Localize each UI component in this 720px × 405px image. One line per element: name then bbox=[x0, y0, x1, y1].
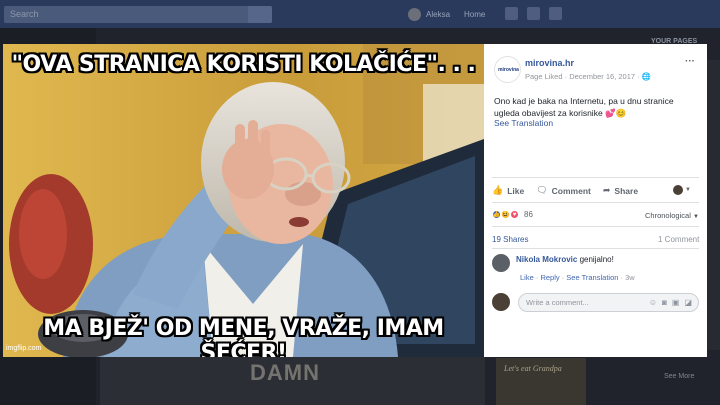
chevron-down-icon: ▼ bbox=[692, 214, 699, 220]
nav-home-link[interactable]: Home bbox=[464, 10, 485, 19]
comment-actions: Like · Reply · See Translation · 3w bbox=[520, 273, 635, 282]
like-button[interactable]: 👍 Like bbox=[492, 185, 524, 196]
meme-bottom-caption: MA BJEŽ' OD MENE, VRAŽE, IMAM ŠEĆER! bbox=[43, 316, 444, 357]
post-meta-text: Page Liked · December 16, 2017 · bbox=[525, 72, 642, 81]
background-damn-text: DAMN bbox=[250, 360, 320, 385]
divider bbox=[492, 202, 699, 203]
camera-icon[interactable]: ◙ bbox=[662, 297, 667, 308]
gif-icon[interactable]: ▣ bbox=[672, 297, 680, 308]
emoji-icon[interactable]: ☺ bbox=[649, 297, 657, 308]
comment-label: Comment bbox=[551, 185, 591, 196]
comment-order-label: Chronological bbox=[645, 211, 691, 220]
comment-author-avatar[interactable] bbox=[492, 254, 510, 272]
reaction-count: 86 bbox=[524, 210, 533, 219]
comment-bubble: Nikola Mokrovic genijalno! bbox=[516, 255, 614, 264]
messages-icon[interactable] bbox=[527, 7, 540, 20]
comment-icon: 🗨 bbox=[536, 185, 548, 195]
photo-panel[interactable]: "OVA STRANICA KORISTI KOLAČIĆE". . . MA … bbox=[3, 44, 484, 357]
comment-text: genijalno! bbox=[577, 255, 614, 264]
background-see-more[interactable]: See More bbox=[664, 373, 694, 380]
divider bbox=[492, 226, 699, 227]
nav-avatar bbox=[408, 7, 421, 21]
action-bar: 👍 Like 🗨 Comment ➦ Share bbox=[492, 183, 699, 198]
composer-icons: ☺ ◙ ▣ ◪ bbox=[649, 297, 692, 308]
thumbs-up-icon: 👍 bbox=[492, 185, 504, 195]
comment-author[interactable]: Nikola Mokrovic bbox=[516, 255, 577, 264]
post-meta: Page Liked · December 16, 2017 · 🌐 bbox=[525, 72, 651, 81]
chevron-down-icon: ▼ bbox=[685, 187, 691, 193]
avatar bbox=[673, 185, 683, 195]
comment-like-link[interactable]: Like bbox=[520, 273, 534, 282]
divider bbox=[492, 177, 699, 178]
page-name-link[interactable]: mirovina.hr bbox=[525, 58, 574, 68]
comment-see-translation-link[interactable]: See Translation bbox=[566, 273, 618, 282]
comment-input[interactable]: Write a comment... ☺ ◙ ▣ ◪ bbox=[518, 293, 699, 312]
notifications-icon[interactable] bbox=[549, 7, 562, 20]
comments-count[interactable]: 1 Comment bbox=[658, 235, 699, 244]
nav-icons bbox=[505, 7, 562, 20]
see-translation-link[interactable]: See Translation bbox=[494, 118, 553, 128]
like-reaction-icon: 👍 bbox=[492, 210, 501, 219]
composer-avatar bbox=[492, 293, 510, 311]
like-label: Like bbox=[507, 185, 525, 196]
page-logo[interactable]: mirovina bbox=[494, 56, 521, 83]
search-input[interactable]: Search bbox=[4, 6, 272, 23]
sticker-icon[interactable]: ◪ bbox=[684, 297, 692, 308]
comment-order-dropdown[interactable]: Chronological ▼ bbox=[645, 211, 699, 220]
post-text: Ono kad je baka na Internetu, pa u dnu s… bbox=[494, 96, 674, 118]
more-options-icon[interactable]: ··· bbox=[685, 56, 695, 67]
meme-image bbox=[3, 44, 484, 357]
imgflip-watermark: imgflip.com bbox=[6, 345, 42, 352]
share-button[interactable]: ➦ Share bbox=[603, 185, 638, 196]
post-side-panel: mirovina mirovina.hr Page Liked · Decemb… bbox=[484, 44, 707, 357]
background-card-text: Let's eat Grandpa bbox=[504, 364, 562, 373]
comment-button[interactable]: 🗨 Comment bbox=[536, 185, 591, 196]
love-reaction-icon: ♥ bbox=[510, 210, 519, 219]
page-logo-text: mirovina bbox=[498, 67, 519, 73]
nav-user[interactable]: Aleksa bbox=[408, 7, 450, 21]
meme-top-caption: "OVA STRANICA KORISTI KOLAČIĆE". . . bbox=[11, 52, 476, 77]
facebook-topbar: Search Aleksa Home bbox=[0, 0, 720, 28]
search-button[interactable] bbox=[248, 6, 272, 23]
comment-time: 3w bbox=[625, 273, 635, 282]
reactions-summary[interactable]: 👍 😆 ♥ 86 bbox=[492, 210, 533, 219]
comment-reply-link[interactable]: Reply bbox=[540, 273, 559, 282]
shares-link[interactable]: 19 Shares bbox=[492, 235, 528, 244]
divider bbox=[492, 248, 699, 249]
nav-user-name: Aleksa bbox=[426, 9, 451, 19]
share-label: Share bbox=[614, 185, 639, 196]
friends-icon[interactable] bbox=[505, 7, 518, 20]
comment-input-placeholder: Write a comment... bbox=[526, 298, 589, 307]
share-icon: ➦ bbox=[602, 185, 611, 195]
globe-icon: 🌐 bbox=[641, 72, 652, 81]
haha-reaction-icon: 😆 bbox=[501, 210, 510, 219]
post-as-selector[interactable]: ▼ bbox=[673, 185, 691, 195]
